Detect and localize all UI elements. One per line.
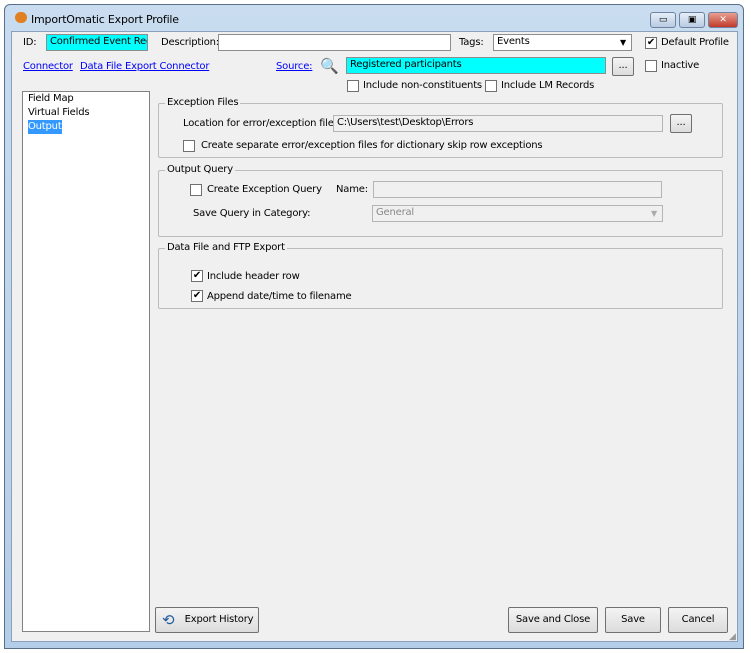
category-value: General	[376, 207, 415, 218]
create-exception-query-label: Create Exception Query	[207, 184, 322, 195]
default-profile-checkbox[interactable]: ✔	[645, 37, 657, 49]
tags-value: Events	[497, 36, 530, 47]
tags-label: Tags:	[459, 37, 484, 48]
description-label: Description:	[161, 37, 219, 48]
include-header-row-checkbox[interactable]: ✔	[191, 270, 203, 282]
resize-grip[interactable]: ◢	[729, 632, 736, 642]
save-and-close-button[interactable]: Save and Close	[508, 607, 598, 633]
section-list[interactable]: Field Map Virtual Fields Output	[22, 91, 150, 632]
include-nonconstituents-checkbox[interactable]	[347, 80, 359, 92]
minimize-button[interactable]: ▭	[650, 12, 676, 28]
default-profile-label: Default Profile	[661, 37, 729, 48]
chevron-down-icon[interactable]: ▼	[616, 36, 630, 49]
list-item-virtual-fields[interactable]: Virtual Fields	[25, 106, 149, 120]
create-exception-query-checkbox[interactable]	[190, 184, 202, 196]
location-field[interactable]: C:\Users\test\Desktop\Errors	[333, 115, 663, 132]
include-lm-checkbox[interactable]	[485, 80, 497, 92]
close-button[interactable]: ✕	[708, 12, 738, 28]
append-datetime-checkbox[interactable]: ✔	[191, 290, 203, 302]
inactive-checkbox[interactable]	[645, 60, 657, 72]
tags-combo[interactable]: Events ▼	[493, 34, 632, 51]
separate-files-checkbox[interactable]	[183, 140, 195, 152]
query-name-label: Name:	[336, 184, 368, 195]
data-file-title: Data File and FTP Export	[165, 242, 287, 253]
source-field[interactable]: Registered participants	[346, 57, 606, 74]
separate-files-label: Create separate error/exception files fo…	[201, 140, 543, 151]
id-label: ID:	[23, 37, 37, 48]
data-file-export-connector-link[interactable]: Data File Export Connector	[80, 61, 209, 72]
maximize-button[interactable]: ▣	[679, 12, 705, 28]
source-browse-button[interactable]: ...	[612, 57, 634, 76]
list-item-output[interactable]: Output	[28, 120, 62, 134]
exception-files-title: Exception Files	[165, 97, 241, 108]
save-button[interactable]: Save	[605, 607, 661, 633]
chevron-down-icon[interactable]: ▼	[647, 207, 661, 220]
location-label: Location for error/exception files:	[183, 118, 342, 129]
description-field[interactable]	[218, 34, 451, 51]
export-history-label: Export History	[184, 614, 254, 625]
category-label: Save Query in Category:	[193, 208, 311, 219]
id-field[interactable]: Confirmed Event Reg	[46, 34, 148, 51]
category-combo[interactable]: General ▼	[372, 205, 663, 222]
source-link[interactable]: Source:	[276, 61, 313, 72]
query-name-field[interactable]	[373, 181, 662, 198]
magnifier-icon[interactable]: 🔍	[320, 57, 339, 75]
export-history-button[interactable]: ⟲ Export History	[155, 607, 259, 633]
location-browse-button[interactable]: ...	[670, 114, 692, 133]
app-icon	[15, 12, 27, 23]
include-nonconstituents-label: Include non-constituents	[363, 80, 482, 91]
include-header-row-label: Include header row	[207, 271, 300, 282]
connector-link[interactable]: Connector	[23, 61, 73, 72]
cancel-button[interactable]: Cancel	[668, 607, 728, 633]
inactive-label: Inactive	[661, 60, 700, 71]
list-item-field-map[interactable]: Field Map	[25, 92, 149, 106]
window-title: ImportOmatic Export Profile	[31, 13, 179, 26]
append-datetime-label: Append date/time to filename	[207, 291, 352, 302]
include-lm-label: Include LM Records	[501, 80, 595, 91]
history-icon: ⟲	[162, 611, 175, 629]
output-query-title: Output Query	[165, 164, 235, 175]
